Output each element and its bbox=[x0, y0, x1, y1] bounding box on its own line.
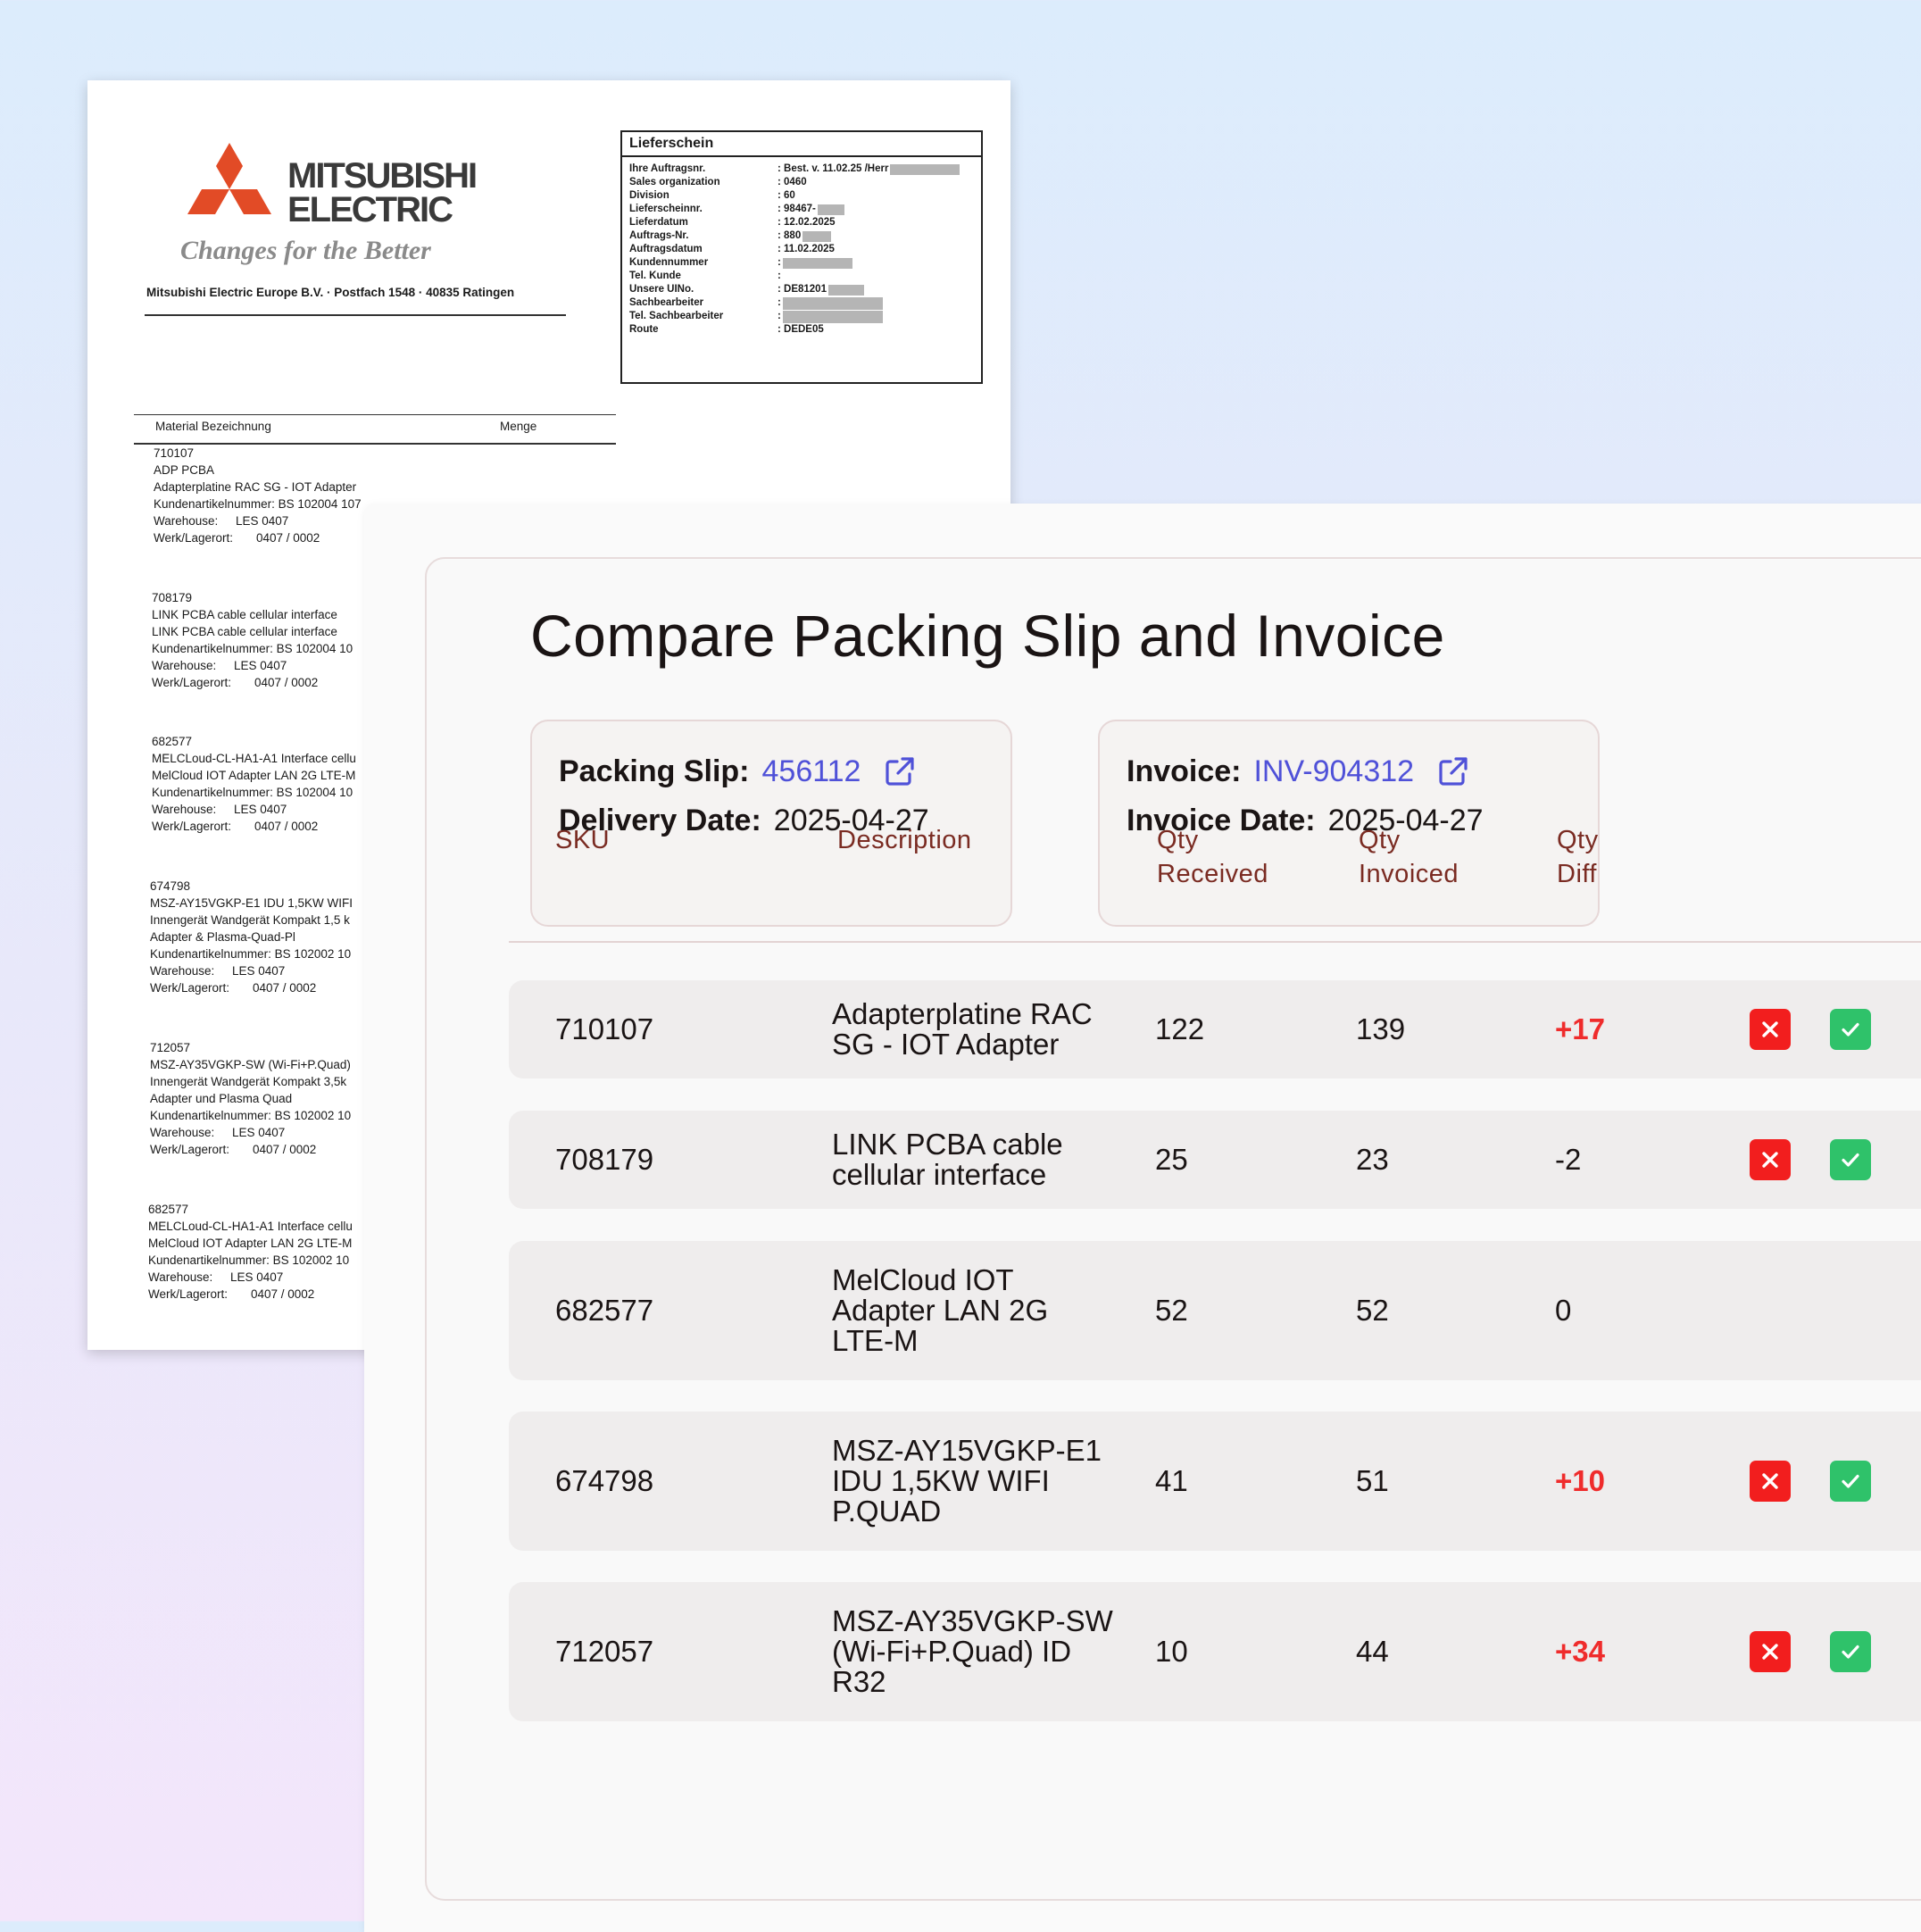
invoice-label: Invoice: bbox=[1127, 754, 1242, 788]
accept-button[interactable] bbox=[1830, 1631, 1871, 1672]
qty-invoiced-cell: 51 bbox=[1356, 1464, 1389, 1497]
compare-app-window: Compare Packing Slip and Invoice Packing… bbox=[364, 504, 1921, 1932]
qty-invoiced-cell: 139 bbox=[1356, 1012, 1406, 1045]
qty-diff-cell: -2 bbox=[1555, 1143, 1582, 1176]
qty-diff-cell: +17 bbox=[1555, 1012, 1605, 1045]
field-row: Sales organization: 0460 bbox=[629, 177, 807, 187]
sku-cell: 682577 bbox=[555, 1294, 654, 1327]
external-link-icon[interactable] bbox=[882, 754, 918, 789]
sender-address: Mitsubishi Electric Europe B.V. · Postfa… bbox=[146, 286, 515, 299]
sender-divider bbox=[145, 314, 566, 316]
material-item: 712057 MSZ-AY35VGKP-SW (Wi-Fi+P.Quad) In… bbox=[150, 1041, 352, 1156]
material-header-rule-top bbox=[134, 414, 616, 415]
reject-button[interactable] bbox=[1750, 1139, 1791, 1180]
check-icon bbox=[1842, 1022, 1859, 1037]
column-header-sku: SKU bbox=[555, 826, 611, 854]
column-header-qty-received: Qty Received bbox=[1157, 826, 1268, 888]
description-cell: Adapterplatine RAC SG - IOT Adapter bbox=[832, 997, 1093, 1061]
sku-cell: 712057 bbox=[555, 1635, 654, 1668]
qty-received-cell: 41 bbox=[1155, 1464, 1188, 1497]
invoice-link[interactable]: INV-904312 bbox=[1253, 754, 1414, 789]
table-row: 708179 LINK PCBA cable cellular interfac… bbox=[509, 1111, 1921, 1209]
check-icon bbox=[1842, 1474, 1859, 1488]
reject-button[interactable] bbox=[1750, 1631, 1791, 1672]
qty-invoiced-cell: 52 bbox=[1356, 1294, 1389, 1327]
packing-slip-line: Packing Slip: 456112 bbox=[559, 754, 918, 789]
brand-name: MITSUBISHI ELECTRIC bbox=[287, 156, 478, 229]
table-row: 710107 Adapterplatine RAC SG - IOT Adapt… bbox=[509, 980, 1921, 1078]
qty-diff-cell: +10 bbox=[1555, 1464, 1605, 1497]
packing-slip-label: Packing Slip: bbox=[559, 754, 750, 788]
qty-received-cell: 10 bbox=[1155, 1635, 1188, 1668]
sku-cell: 674798 bbox=[555, 1464, 654, 1497]
qty-invoiced-cell: 23 bbox=[1356, 1143, 1389, 1176]
table-row: 674798 MSZ-AY15VGKP-E1 IDU 1,5KW WIFI P.… bbox=[509, 1412, 1921, 1551]
material-item: 708179 LINK PCBA cable cellular interfac… bbox=[152, 591, 353, 689]
check-icon bbox=[1842, 1153, 1859, 1167]
x-icon bbox=[1762, 1473, 1778, 1489]
field-row: Tel. Sachbearbeiter: bbox=[629, 310, 976, 323]
description-cell: MSZ-AY35VGKP-SW (Wi-Fi+P.Quad) ID R32 bbox=[832, 1604, 1113, 1698]
material-item: 682577 MELCLoud-CL-HA1-A1 Interface cell… bbox=[148, 1203, 353, 1301]
field-row: Lieferscheinnr.: 98467- bbox=[629, 203, 976, 216]
material-item: 710107 ADP PCBA Adapterplatine RAC SG - … bbox=[154, 446, 362, 545]
quantity-column-header: Menge bbox=[500, 420, 537, 433]
lieferschein-box: Lieferschein Ihre Auftragsnr.: Best. v. … bbox=[620, 130, 983, 384]
mitsubishi-logo: MITSUBISHI ELECTRIC Changes for the Bett… bbox=[180, 141, 502, 275]
brand-tagline: Changes for the Better bbox=[180, 236, 431, 265]
lieferschein-fields: Ihre Auftragsnr.: Best. v. 11.02.25 /Her… bbox=[629, 162, 976, 337]
qty-received-cell: 25 bbox=[1155, 1143, 1188, 1176]
material-item: 674798 MSZ-AY15VGKP-E1 IDU 1,5KW WIFI In… bbox=[150, 879, 353, 995]
description-cell: MelCloud IOT Adapter LAN 2G LTE-M bbox=[832, 1263, 1049, 1357]
field-row: Kundennummer: bbox=[629, 256, 976, 270]
accept-button[interactable] bbox=[1830, 1461, 1871, 1502]
description-cell: LINK PCBA cable cellular interface bbox=[832, 1128, 1063, 1191]
field-row: Sachbearbeiter: bbox=[629, 296, 976, 310]
qty-invoiced-cell: 44 bbox=[1356, 1635, 1389, 1668]
x-icon bbox=[1762, 1152, 1778, 1168]
accept-button[interactable] bbox=[1830, 1009, 1871, 1050]
column-header-qty-diff: Qty Diff bbox=[1557, 826, 1599, 888]
three-diamonds-icon bbox=[187, 143, 271, 214]
x-icon bbox=[1762, 1644, 1778, 1660]
qty-received-cell: 122 bbox=[1155, 1012, 1205, 1045]
compare-card: Compare Packing Slip and Invoice Packing… bbox=[425, 557, 1921, 1901]
accept-button[interactable] bbox=[1830, 1139, 1871, 1180]
material-item: 682577 MELCLoud-CL-HA1-A1 Interface cell… bbox=[152, 735, 356, 833]
qty-diff-cell: 0 bbox=[1555, 1294, 1572, 1327]
invoice-line: Invoice: INV-904312 bbox=[1127, 754, 1471, 789]
packing-slip-link[interactable]: 456112 bbox=[762, 754, 861, 789]
column-header-description: Description bbox=[837, 826, 972, 854]
sku-cell: 710107 bbox=[555, 1012, 654, 1045]
description-cell: MSZ-AY15VGKP-E1 IDU 1,5KW WIFI P.QUAD bbox=[832, 1434, 1102, 1528]
field-row: Division: 60 bbox=[629, 190, 795, 201]
table-row: 712057 MSZ-AY35VGKP-SW (Wi-Fi+P.Quad) ID… bbox=[509, 1582, 1921, 1721]
check-icon bbox=[1842, 1645, 1859, 1659]
field-row: Route: DEDE05 bbox=[629, 324, 824, 335]
qty-diff-cell: +34 bbox=[1555, 1635, 1605, 1668]
material-column-header: Material Bezeichnung bbox=[155, 420, 271, 433]
field-row: Ihre Auftragsnr.: Best. v. 11.02.25 /Her… bbox=[629, 162, 976, 176]
x-icon bbox=[1762, 1021, 1778, 1037]
field-row: Auftragsdatum: 11.02.2025 bbox=[629, 244, 835, 254]
table-row: 682577 MelCloud IOT Adapter LAN 2G LTE-M… bbox=[509, 1241, 1921, 1380]
reject-button[interactable] bbox=[1750, 1009, 1791, 1050]
column-header-qty-invoiced: Qty Invoiced bbox=[1359, 826, 1459, 888]
reject-button[interactable] bbox=[1750, 1461, 1791, 1502]
lieferschein-title: Lieferschein bbox=[622, 132, 981, 157]
external-link-icon[interactable] bbox=[1435, 754, 1471, 789]
field-row: Unsere UINo.: DE81201 bbox=[629, 283, 976, 296]
field-row: Auftrags-Nr.: 880 bbox=[629, 229, 976, 243]
field-row: Lieferdatum: 12.02.2025 bbox=[629, 217, 836, 228]
page-title: Compare Packing Slip and Invoice bbox=[530, 603, 1445, 669]
field-row: Tel. Kunde: bbox=[629, 271, 781, 281]
table-header-divider bbox=[509, 941, 1921, 943]
qty-received-cell: 52 bbox=[1155, 1294, 1188, 1327]
sku-cell: 708179 bbox=[555, 1143, 654, 1176]
